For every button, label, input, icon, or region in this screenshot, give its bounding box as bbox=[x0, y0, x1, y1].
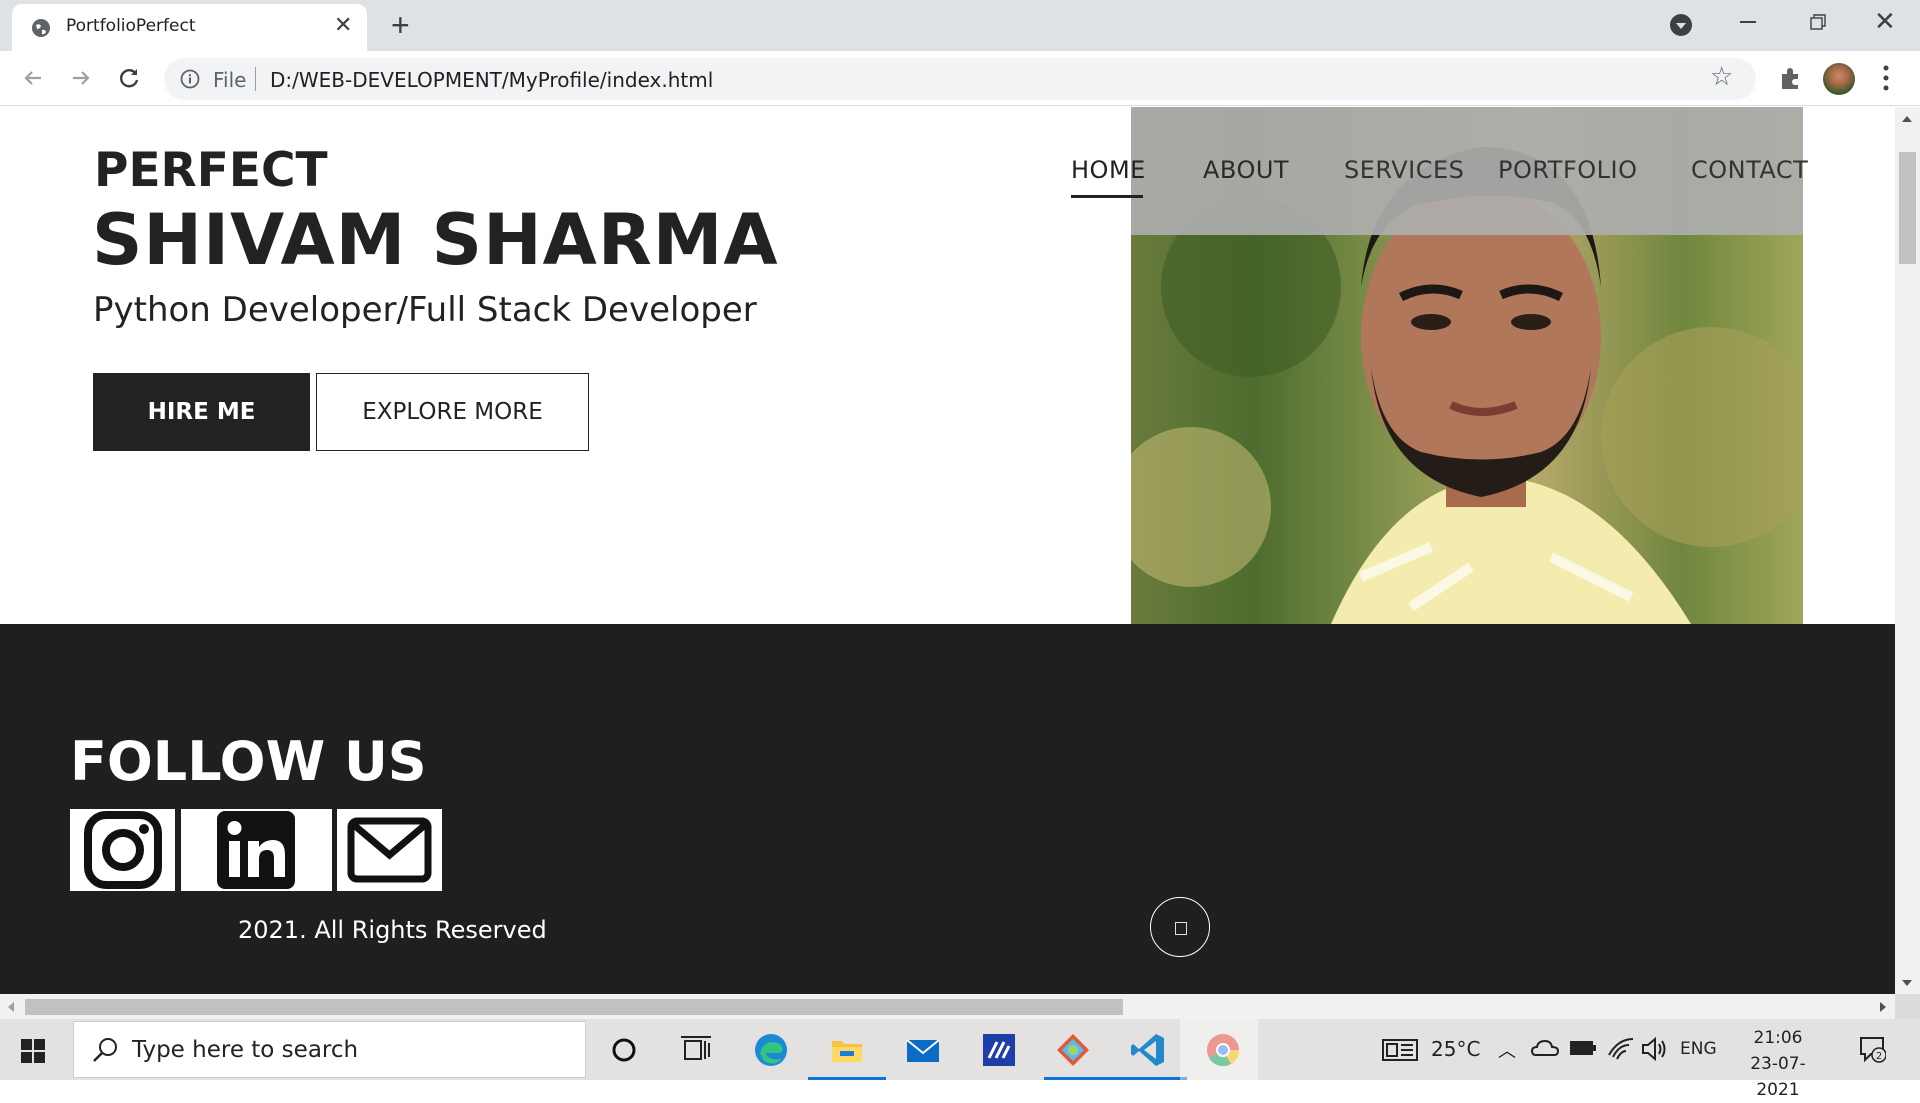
browser-toolbar: File D:/WEB-DEVELOPMENT/MyProfile/index.… bbox=[0, 51, 1920, 106]
site-logo[interactable]: PERFECT bbox=[94, 143, 328, 198]
forward-icon[interactable] bbox=[67, 64, 95, 92]
clock-date: 23-07-2021 bbox=[1750, 1054, 1806, 1100]
task-view-icon[interactable] bbox=[677, 1031, 715, 1069]
window-close-icon[interactable]: ✕ bbox=[1874, 8, 1896, 34]
info-icon[interactable] bbox=[180, 69, 200, 89]
nav-active-indicator bbox=[1071, 195, 1143, 198]
weather-text[interactable]: 25°C bbox=[1431, 1037, 1480, 1061]
vertical-scrollbar[interactable] bbox=[1895, 107, 1920, 994]
mail-link[interactable] bbox=[337, 809, 442, 891]
hero-name: SHIVAM SHARMA bbox=[92, 199, 779, 281]
notification-count: 2 bbox=[1876, 1051, 1882, 1062]
linkedin-icon bbox=[217, 811, 295, 889]
edge-icon[interactable] bbox=[752, 1031, 790, 1069]
horizontal-scrollbar[interactable] bbox=[0, 994, 1895, 1019]
close-tab-icon[interactable]: ✕ bbox=[334, 14, 352, 36]
nav-services[interactable]: SERVICES bbox=[1344, 156, 1464, 184]
address-bar[interactable]: File D:/WEB-DEVELOPMENT/MyProfile/index.… bbox=[164, 58, 1756, 100]
cortana-icon[interactable] bbox=[605, 1031, 643, 1069]
taskbar: Type here to search 25°C ︿ ENG 21:06 23-… bbox=[0, 1019, 1920, 1100]
tab-search-icon[interactable] bbox=[1670, 14, 1692, 36]
language-indicator[interactable]: ENG bbox=[1680, 1039, 1717, 1059]
url-text[interactable]: D:/WEB-DEVELOPMENT/MyProfile/index.html bbox=[270, 68, 713, 92]
missing-glyph-icon bbox=[1175, 922, 1187, 935]
scroll-top-button[interactable] bbox=[1150, 897, 1210, 957]
linkedin-link[interactable] bbox=[181, 809, 332, 891]
vscode-icon[interactable] bbox=[1129, 1031, 1167, 1069]
address-divider bbox=[255, 67, 256, 91]
profile-avatar[interactable] bbox=[1823, 63, 1855, 95]
search-icon bbox=[93, 1038, 117, 1062]
hero-role: Python Developer/Full Stack Developer bbox=[93, 290, 757, 330]
bookmark-star-icon[interactable]: ☆ bbox=[1710, 63, 1733, 89]
clock-time: 21:06 bbox=[1753, 1028, 1803, 1048]
onedrive-icon[interactable] bbox=[1530, 1033, 1560, 1063]
instagram-icon bbox=[84, 811, 162, 889]
vertical-scroll-thumb[interactable] bbox=[1899, 152, 1916, 264]
extensions-icon[interactable] bbox=[1778, 65, 1804, 91]
nav-portfolio[interactable]: PORTFOLIO bbox=[1498, 156, 1638, 184]
hire-me-button[interactable]: HIRE ME bbox=[93, 373, 310, 451]
scroll-down-icon[interactable] bbox=[1902, 980, 1912, 986]
nav-contact[interactable]: CONTACT bbox=[1691, 156, 1808, 184]
horizontal-scroll-thumb[interactable] bbox=[25, 999, 1123, 1015]
site-footer: FOLLOW US 2021. All Rights Reserved bbox=[0, 624, 1895, 994]
globe-icon bbox=[32, 19, 50, 37]
reload-icon[interactable] bbox=[115, 64, 143, 92]
taskbar-search[interactable]: Type here to search bbox=[73, 1021, 586, 1078]
notifications-icon[interactable]: 2 bbox=[1858, 1035, 1886, 1063]
nav-home[interactable]: HOME bbox=[1071, 156, 1146, 184]
minimize-icon[interactable] bbox=[1740, 21, 1756, 23]
explore-more-button[interactable]: EXPLORE MORE bbox=[316, 373, 589, 451]
wifi-icon[interactable] bbox=[1606, 1035, 1636, 1063]
mail-icon bbox=[347, 817, 432, 883]
mobaxterm-icon[interactable] bbox=[980, 1031, 1018, 1069]
scroll-left-icon[interactable] bbox=[8, 1002, 14, 1012]
tab-strip: PortfolioPerfect ✕ + ✕ bbox=[0, 0, 1920, 51]
instagram-link[interactable] bbox=[70, 809, 175, 891]
search-placeholder: Type here to search bbox=[132, 1037, 359, 1063]
browser-tab[interactable]: PortfolioPerfect ✕ bbox=[12, 4, 367, 51]
nav-about[interactable]: ABOUT bbox=[1203, 156, 1289, 184]
back-icon[interactable] bbox=[19, 64, 47, 92]
file-explorer-icon[interactable] bbox=[828, 1031, 866, 1069]
focused-app-highlight bbox=[1180, 1019, 1258, 1080]
battery-icon[interactable] bbox=[1568, 1035, 1598, 1061]
follow-title: FOLLOW US bbox=[70, 730, 427, 793]
volume-icon[interactable] bbox=[1640, 1035, 1670, 1063]
menu-dots-icon[interactable] bbox=[1882, 63, 1890, 93]
scroll-right-icon[interactable] bbox=[1880, 1002, 1886, 1012]
scrollbar-corner bbox=[1895, 994, 1920, 1019]
scroll-up-icon[interactable] bbox=[1902, 116, 1912, 122]
git-app-icon[interactable] bbox=[1054, 1031, 1092, 1069]
file-label: File bbox=[213, 68, 247, 92]
new-tab-icon[interactable]: + bbox=[391, 9, 410, 41]
show-hidden-icons[interactable]: ︿ bbox=[1498, 1037, 1516, 1063]
mail-app-icon[interactable] bbox=[904, 1031, 942, 1069]
news-widget-icon[interactable] bbox=[1380, 1032, 1420, 1068]
page-viewport: PERFECT HOME ABOUT SERVICES PORTFOLIO CO… bbox=[0, 107, 1895, 994]
restore-icon[interactable] bbox=[1810, 14, 1826, 30]
tab-title: PortfolioPerfect bbox=[66, 16, 196, 36]
windows-start-icon[interactable] bbox=[21, 1039, 45, 1063]
system-clock[interactable]: 21:06 23-07-2021 bbox=[1733, 1025, 1823, 1103]
copyright-text: 2021. All Rights Reserved bbox=[238, 916, 547, 944]
